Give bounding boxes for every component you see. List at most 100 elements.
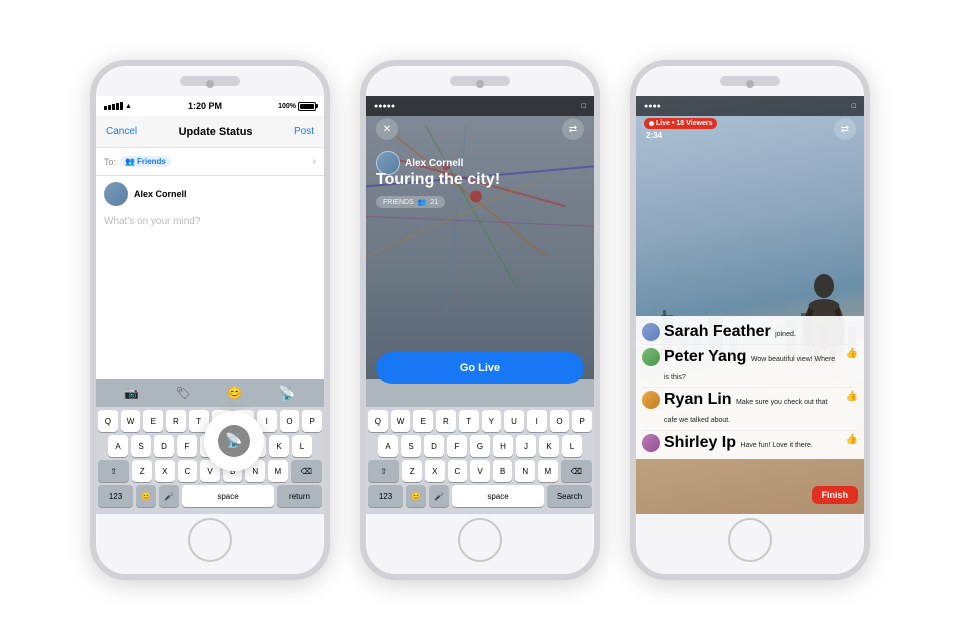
phone3-screen: ●●●● □ Live • 18 Viewers 2:34 ⇄ fun! Enj… xyxy=(636,96,864,514)
live-toolbar-icon[interactable]: 📡 xyxy=(278,385,295,402)
k2-backspace[interactable]: ⌫ xyxy=(561,460,592,482)
like-button-peter[interactable]: 👍 xyxy=(846,348,858,359)
key-q[interactable]: Q xyxy=(98,410,118,432)
go-live-button[interactable]: Go Live xyxy=(376,352,584,384)
camera-icon[interactable]: 📷 xyxy=(124,386,139,400)
username-1: Alex Cornell xyxy=(134,189,187,199)
key-space[interactable]: space xyxy=(182,485,274,507)
status-input[interactable]: What's on your mind? xyxy=(96,212,324,379)
battery-area: 100% xyxy=(278,102,316,111)
key-backspace[interactable]: ⌫ xyxy=(291,460,322,482)
k2-r[interactable]: R xyxy=(436,410,456,432)
key-numbers[interactable]: 123 xyxy=(98,485,133,507)
signal-3: ●●●● xyxy=(644,103,661,110)
like-button-shirley[interactable]: 👍 xyxy=(846,434,858,445)
signal-icon xyxy=(104,102,123,110)
friends-label: Friends xyxy=(137,157,166,166)
battery-icon xyxy=(298,102,316,111)
k2-shift[interactable]: ⇧ xyxy=(368,460,399,482)
k2-w[interactable]: W xyxy=(391,410,411,432)
key-w[interactable]: W xyxy=(121,410,141,432)
status-bar-2: ●●●●● □ xyxy=(366,96,594,116)
to-row[interactable]: To: 👥 Friends › xyxy=(96,148,324,176)
k2-s[interactable]: S xyxy=(401,435,421,457)
k2-n[interactable]: N xyxy=(515,460,535,482)
k2-c[interactable]: C xyxy=(448,460,468,482)
comment-body-shirley: Shirley Ip Have fun! Love it there. xyxy=(664,434,842,452)
emoji-icon[interactable]: 😊 xyxy=(227,386,242,400)
keyboard-row-3: ⇧ Z X C V B N M ⌫ xyxy=(98,460,322,482)
k2-l[interactable]: L xyxy=(562,435,582,457)
k2-i[interactable]: I xyxy=(527,410,547,432)
key-k[interactable]: K xyxy=(269,435,289,457)
k2-y[interactable]: Y xyxy=(482,410,502,432)
finish-button[interactable]: Finish xyxy=(812,486,859,504)
key-z[interactable]: Z xyxy=(132,460,152,482)
key-mic[interactable]: 🎤 xyxy=(159,485,179,507)
k2-d[interactable]: D xyxy=(424,435,444,457)
k2-o[interactable]: O xyxy=(550,410,570,432)
k2-b[interactable]: B xyxy=(493,460,513,482)
k2-mic[interactable]: 🎤 xyxy=(429,485,449,507)
commenter-name-peter: Peter Yang xyxy=(664,348,746,365)
keyboard-1[interactable]: 📷 🏷 😊 📡 📡 Q W E R T Y xyxy=(96,379,324,514)
k2-emoji[interactable]: 😊 xyxy=(406,485,426,507)
k2-a[interactable]: A xyxy=(378,435,398,457)
k2-g[interactable]: G xyxy=(470,435,490,457)
status-bar-1: ▲ 1:20 PM 100% xyxy=(96,96,324,116)
k2-z[interactable]: Z xyxy=(402,460,422,482)
k2-j[interactable]: J xyxy=(516,435,536,457)
k2-x[interactable]: X xyxy=(425,460,445,482)
post-button[interactable]: Post xyxy=(294,126,314,137)
key-m[interactable]: M xyxy=(268,460,288,482)
live-badge: Live • 18 Viewers xyxy=(644,118,717,129)
k2-p[interactable]: P xyxy=(572,410,592,432)
key-o[interactable]: O xyxy=(280,410,300,432)
key-c[interactable]: C xyxy=(178,460,198,482)
k2-u[interactable]: U xyxy=(504,410,524,432)
keyboard-2[interactable]: Q W E R T Y U I O P A S D F G H xyxy=(366,379,594,514)
like-button-ryan[interactable]: 👍 xyxy=(846,391,858,402)
live-badge-area: Live • 18 Viewers 2:34 xyxy=(644,118,717,140)
close-button-2[interactable]: ✕ xyxy=(376,118,398,140)
key-e[interactable]: E xyxy=(143,410,163,432)
k2-h[interactable]: H xyxy=(493,435,513,457)
k2-q[interactable]: Q xyxy=(368,410,388,432)
key-f[interactable]: F xyxy=(177,435,197,457)
commenter-text-sarah: joined. xyxy=(775,331,796,338)
swap-camera-button-3[interactable]: ⇄ xyxy=(834,118,856,140)
comments-section: Sarah Feather joined. Peter Yang Wow bea… xyxy=(636,316,864,459)
cancel-button[interactable]: Cancel xyxy=(106,126,137,137)
key-shift[interactable]: ⇧ xyxy=(98,460,129,482)
kb2-row-2: A S D F G H J K L xyxy=(368,435,592,457)
key-s[interactable]: S xyxy=(131,435,151,457)
key-l[interactable]: L xyxy=(292,435,312,457)
k2-t[interactable]: T xyxy=(459,410,479,432)
live-bubble[interactable]: 📡 xyxy=(204,411,264,471)
key-a[interactable]: A xyxy=(108,435,128,457)
keyboard-row-4: 123 😊 🎤 space return xyxy=(98,485,322,507)
keyboard-rows-2: Q W E R T Y U I O P A S D F G H xyxy=(366,407,594,514)
k2-space[interactable]: space xyxy=(452,485,544,507)
key-p[interactable]: P xyxy=(302,410,322,432)
live-title: Touring the city! xyxy=(376,171,500,189)
k2-v[interactable]: V xyxy=(470,460,490,482)
key-x[interactable]: X xyxy=(155,460,175,482)
k2-m[interactable]: M xyxy=(538,460,558,482)
key-r[interactable]: R xyxy=(166,410,186,432)
k2-f[interactable]: F xyxy=(447,435,467,457)
k2-k[interactable]: K xyxy=(539,435,559,457)
k2-numbers[interactable]: 123 xyxy=(368,485,403,507)
k2-search[interactable]: Search xyxy=(547,485,592,507)
friends-badge[interactable]: 👥 Friends xyxy=(120,156,171,167)
tag-icon[interactable]: 🏷 xyxy=(175,386,190,400)
comment-body-ryan: Ryan Lin Make sure you check out that ca… xyxy=(664,391,842,427)
k2-e[interactable]: E xyxy=(413,410,433,432)
key-return[interactable]: return xyxy=(277,485,322,507)
battery-2: □ xyxy=(582,103,586,110)
key-d[interactable]: D xyxy=(154,435,174,457)
swap-camera-button[interactable]: ⇄ xyxy=(562,118,584,140)
phone-2: ●●●●● □ ✕ ⇄ Alex Cornell Touring the cit… xyxy=(360,60,600,580)
avatar-sarah xyxy=(642,323,660,341)
key-emoji[interactable]: 😊 xyxy=(136,485,156,507)
